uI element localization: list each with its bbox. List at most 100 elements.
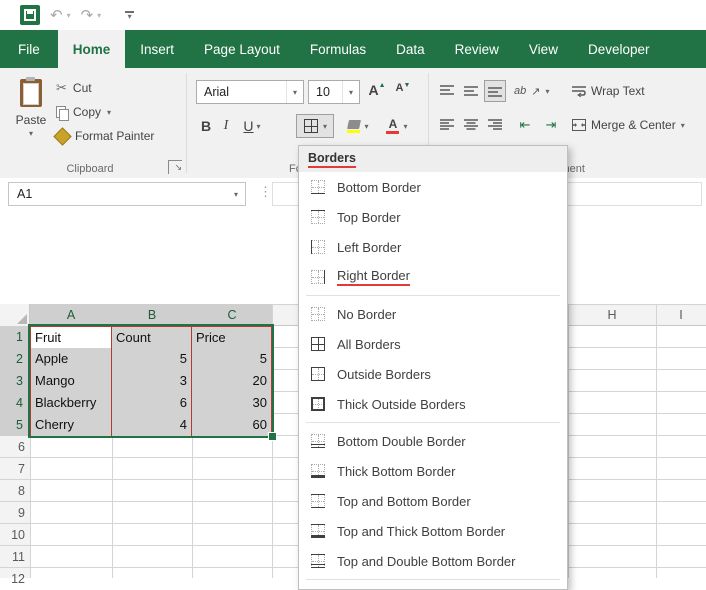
menu-item-top-and-double-bottom-border[interactable]: Top and Double Bottom Border	[299, 546, 567, 576]
undo-dropdown-icon[interactable]: ▾	[67, 11, 71, 20]
menu-item-bottom-double-border[interactable]: Bottom Double Border	[299, 426, 567, 456]
merge-center-button[interactable]: Merge & Center ▾	[572, 114, 685, 136]
select-all-corner[interactable]	[0, 304, 30, 326]
row-header-9[interactable]: 9	[0, 502, 30, 524]
cell-a2[interactable]: Apple	[30, 348, 112, 371]
menu-item-bottom-border[interactable]: Bottom Border	[299, 172, 567, 202]
tab-insert[interactable]: Insert	[125, 30, 189, 68]
tab-page-layout[interactable]: Page Layout	[189, 30, 295, 68]
menu-item-top-border[interactable]: Top Border	[299, 202, 567, 232]
cell-c5[interactable]: 60	[192, 414, 272, 437]
paste-dropdown-icon[interactable]: ▾	[29, 129, 33, 138]
undo-icon[interactable]: ↶	[50, 8, 63, 23]
menu-item-thick-outside-borders[interactable]: Thick Outside Borders	[299, 389, 567, 419]
paste-button[interactable]: Paste ▾	[8, 76, 54, 164]
column-header-b[interactable]: B	[112, 304, 192, 326]
font-size-combobox[interactable]: 10 ▾	[308, 80, 360, 104]
align-left-icon[interactable]	[436, 114, 458, 136]
cell-c4[interactable]: 30	[192, 392, 272, 415]
font-name-dropdown-icon[interactable]: ▾	[286, 81, 303, 103]
cell-a4[interactable]: Blackberry	[30, 392, 112, 415]
row-header-4[interactable]: 4	[0, 392, 30, 414]
grow-font-icon[interactable]: A▲	[366, 82, 388, 104]
row-header-3[interactable]: 3	[0, 370, 30, 392]
clipboard-dialog-launcher-icon[interactable]: ↘	[168, 160, 182, 174]
formula-bar-grip-icon[interactable]: ⋮	[259, 184, 272, 200]
italic-button[interactable]: I	[218, 114, 234, 138]
row-header-5[interactable]: 5	[0, 414, 30, 436]
column-header-h[interactable]: H	[568, 304, 656, 326]
format-painter-button[interactable]: Format Painter	[56, 126, 154, 146]
column-header-c[interactable]: C	[192, 304, 272, 326]
redo-dropdown-icon[interactable]: ▾	[97, 11, 101, 20]
tab-view[interactable]: View	[514, 30, 573, 68]
bottom-align-icon[interactable]	[484, 80, 506, 102]
menu-item-top-and-bottom-border[interactable]: Top and Bottom Border	[299, 486, 567, 516]
column-header-i[interactable]: I	[656, 304, 706, 326]
save-icon[interactable]	[20, 5, 40, 25]
shrink-font-icon[interactable]: A▼	[392, 82, 414, 104]
decrease-indent-icon[interactable]: ⇤	[514, 114, 536, 136]
menu-item-top-and-thick-bottom-border[interactable]: Top and Thick Bottom Border	[299, 516, 567, 546]
fill-handle[interactable]	[268, 432, 277, 441]
align-center-icon[interactable]	[460, 114, 482, 136]
fill-color-dropdown-icon[interactable]: ▾	[364, 122, 368, 131]
customize-quick-access-toolbar-icon[interactable]: ▾	[125, 11, 134, 19]
font-color-dropdown-icon[interactable]: ▾	[403, 122, 407, 131]
orientation-dropdown-icon[interactable]: ▾	[545, 87, 549, 96]
copy-dropdown-icon[interactable]: ▾	[107, 108, 111, 117]
tab-data[interactable]: Data	[381, 30, 440, 68]
name-box[interactable]: A1 ▾	[8, 182, 246, 206]
borders-button[interactable]: ▾	[296, 114, 334, 138]
cell-a3[interactable]: Mango	[30, 370, 112, 393]
font-color-button[interactable]: A ▾	[380, 114, 414, 138]
cell-a1-active[interactable]: Fruit	[30, 326, 112, 349]
row-header-1[interactable]: 1	[0, 326, 30, 348]
borders-dropdown-icon[interactable]: ▾	[323, 122, 327, 131]
menu-item-all-borders[interactable]: All Borders	[299, 329, 567, 359]
row-header-12[interactable]: 12	[0, 568, 30, 590]
top-align-icon[interactable]	[436, 80, 458, 102]
tab-formulas[interactable]: Formulas	[295, 30, 381, 68]
cell-c2[interactable]: 5	[192, 348, 272, 371]
menu-item-right-border[interactable]: Right Border	[299, 262, 567, 292]
fill-color-button[interactable]: ▾	[340, 114, 376, 138]
tab-review[interactable]: Review	[440, 30, 514, 68]
column-header-a[interactable]: A	[30, 304, 112, 326]
copy-button[interactable]: Copy ▾	[56, 102, 111, 122]
font-name-combobox[interactable]: Arial ▾	[196, 80, 304, 104]
name-box-dropdown-icon[interactable]: ▾	[227, 190, 245, 199]
cell-b3[interactable]: 3	[112, 370, 192, 393]
row-header-7[interactable]: 7	[0, 458, 30, 480]
tab-developer[interactable]: Developer	[573, 30, 665, 68]
row-header-8[interactable]: 8	[0, 480, 30, 502]
cell-b1[interactable]: Count	[112, 326, 192, 349]
redo-icon[interactable]: ↷	[81, 8, 94, 23]
cell-a5[interactable]: Cherry	[30, 414, 112, 437]
wrap-text-button[interactable]: Wrap Text	[572, 80, 645, 102]
underline-button[interactable]: U ▾	[236, 114, 268, 138]
merge-center-dropdown-icon[interactable]: ▾	[681, 121, 685, 130]
row-header-6[interactable]: 6	[0, 436, 30, 458]
cell-c3[interactable]: 20	[192, 370, 272, 393]
cut-button[interactable]: ✂ Cut	[56, 78, 92, 98]
cell-b2[interactable]: 5	[112, 348, 192, 371]
menu-item-outside-borders[interactable]: Outside Borders	[299, 359, 567, 389]
cell-b4[interactable]: 6	[112, 392, 192, 415]
middle-align-icon[interactable]	[460, 80, 482, 102]
orientation-button[interactable]: ab ↗ ▾	[514, 80, 549, 102]
row-header-11[interactable]: 11	[0, 546, 30, 568]
bold-button[interactable]: B	[196, 114, 216, 138]
tab-file[interactable]: File	[0, 30, 58, 68]
increase-indent-icon[interactable]: ⇥	[540, 114, 562, 136]
menu-item-thick-bottom-border[interactable]: Thick Bottom Border	[299, 456, 567, 486]
font-size-dropdown-icon[interactable]: ▾	[342, 81, 359, 103]
menu-item-left-border[interactable]: Left Border	[299, 232, 567, 262]
underline-dropdown-icon[interactable]: ▾	[257, 122, 261, 131]
row-header-10[interactable]: 10	[0, 524, 30, 546]
align-right-icon[interactable]	[484, 114, 506, 136]
cell-c1[interactable]: Price	[192, 326, 272, 349]
menu-item-no-border[interactable]: No Border	[299, 299, 567, 329]
cell-b5[interactable]: 4	[112, 414, 192, 437]
tab-home[interactable]: Home	[58, 30, 126, 68]
